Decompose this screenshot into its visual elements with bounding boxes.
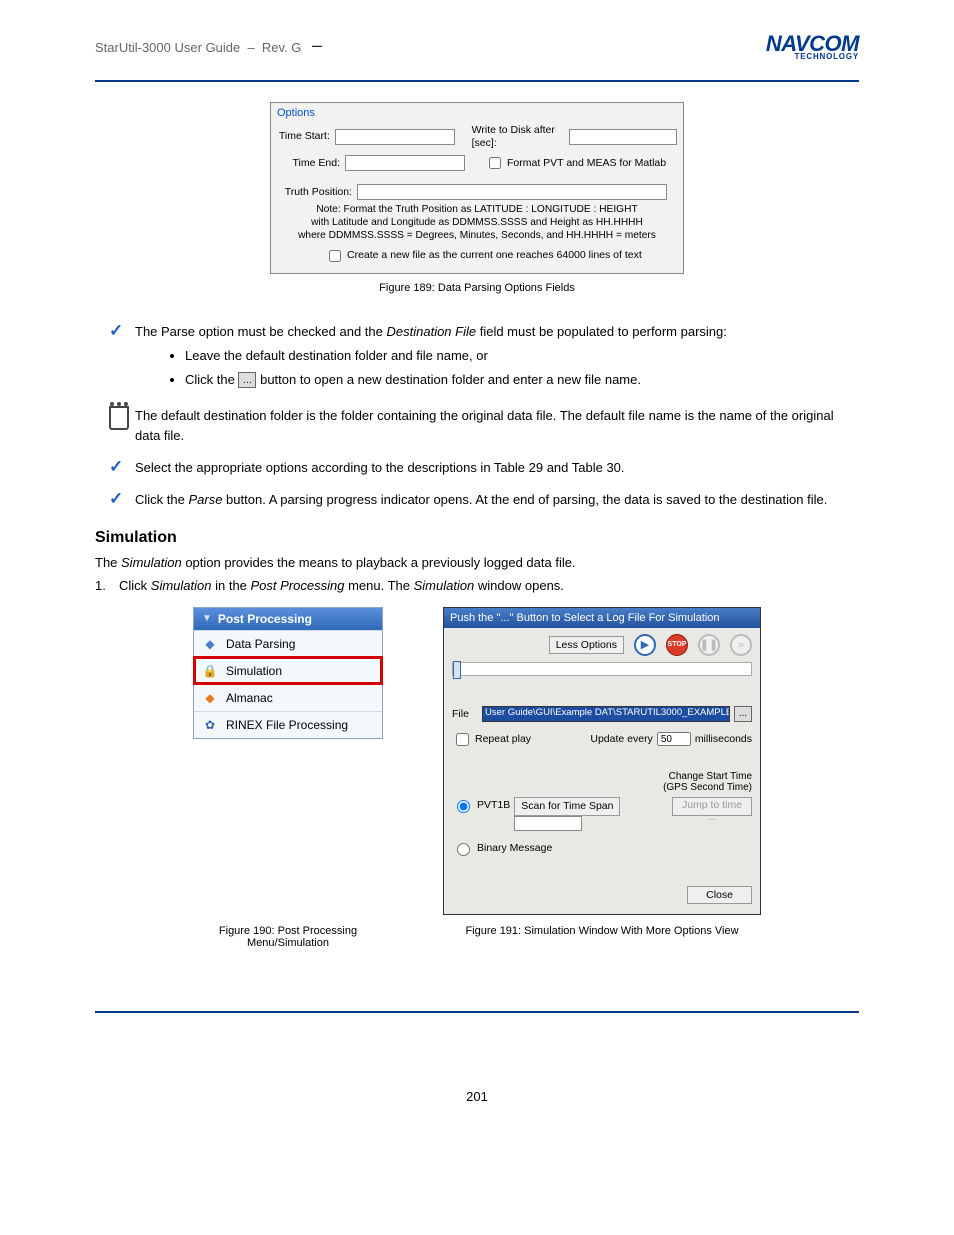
update-every-label: Update every [590,733,652,745]
pp-item-label: Almanac [226,691,273,705]
browse-inline-icon: … [238,372,256,388]
scan-time-span-button[interactable]: Scan for Time Span [514,797,620,816]
step-number: 1. [95,578,119,593]
create-new-file-checkbox[interactable] [329,250,341,262]
time-start-input[interactable] [335,129,455,145]
change-start-time-label: Change Start Time (GPS Second Time) [452,771,752,793]
notepad-icon [109,406,135,436]
stop-button[interactable]: STOP [666,634,688,656]
play-button[interactable]: ▶ [634,634,656,656]
sub-bullet-2: Click the … button to open a new destina… [185,370,727,390]
pvt1b-label: PVT1B [477,799,510,811]
pp-item-rinex[interactable]: ✿ RINEX File Processing [194,711,382,738]
brand-logo: NAVCOM TECHNOLOGY [766,35,859,61]
simulation-window-figure: Push the "..." Button to Select a Log Fi… [443,607,761,915]
truth-position-input[interactable] [357,184,667,200]
pp-item-data-parsing[interactable]: ◆ Data Parsing [194,630,382,657]
book-icon: ◆ [202,690,218,706]
less-options-button[interactable]: Less Options [549,636,624,654]
pp-item-label: RINEX File Processing [226,718,348,732]
pp-item-simulation[interactable]: 🔒 Simulation [194,657,382,684]
simulation-heading: Simulation [95,529,859,547]
binary-message-radio[interactable] [457,843,470,856]
post-processing-menu-figure: ▼ Post Processing ◆ Data Parsing 🔒 Simul… [193,607,383,739]
pp-item-label: Simulation [226,664,282,678]
progress-bar[interactable] [452,662,752,676]
browse-button[interactable]: ... [734,706,752,722]
jump-to-time-button[interactable]: Jump to time ... [672,797,752,816]
figure-191-caption: Figure 191: Simulation Window With More … [443,925,761,949]
options-panel-figure: Options Time Start: Write to Disk after … [270,102,684,274]
repeat-play-checkbox[interactable] [456,733,469,746]
pause-button[interactable]: ❚❚ [698,634,720,656]
pp-menu-header[interactable]: ▼ Post Processing [194,608,382,630]
time-end-label: Time End: [277,157,345,170]
cube-icon: ◆ [202,636,218,652]
figure-190-caption: Figure 190: Post Processing Menu/Simulat… [193,925,383,949]
doc-title: StarUtil-3000 User Guide [95,40,240,55]
page-number: 201 [95,1089,859,1104]
figure-189-caption: Figure 189: Data Parsing Options Fields [95,282,859,294]
check-icon: ✓ [109,322,135,339]
rev-text: Rev. G [262,40,302,55]
write-disk-label: Write to Disk after [sec]: [472,124,565,149]
check-icon: ✓ [109,458,135,475]
pp-item-label: Data Parsing [226,637,295,651]
note-item: The default destination folder is the fo… [135,406,859,446]
file-label: File [452,708,478,720]
time-end-input[interactable] [345,155,465,171]
truth-position-label: Truth Position: [277,186,357,199]
pp-item-almanac[interactable]: ◆ Almanac [194,684,382,711]
sub-bullet-1: Leave the default destination folder and… [185,346,727,366]
scan-result-field [514,816,582,831]
truth-note: Note: Format the Truth Position as LATIT… [277,204,677,242]
check-item-3: Click the Parse button. A parsing progre… [135,490,827,510]
check-item-1: The Parse option must be checked and the… [135,322,727,394]
close-button[interactable]: Close [687,886,752,904]
check-icon: ✓ [109,490,135,507]
ms-label: milliseconds [695,733,752,745]
repeat-play-label: Repeat play [475,733,531,745]
binary-message-label: Binary Message [477,842,552,854]
simulation-intro: The Simulation option provides the means… [95,555,859,570]
format-matlab-checkbox[interactable] [489,157,501,169]
lock-icon: 🔒 [202,663,218,679]
file-path-input[interactable]: User Guide\GUI\Example DAT\STARUTIL3000_… [482,706,730,722]
write-disk-input[interactable] [569,129,677,145]
format-matlab-label: Format PVT and MEAS for Matlab [507,157,666,170]
chevron-down-icon: ▼ [202,613,212,624]
step-text: Click Simulation in the Post Processing … [119,578,564,593]
options-title: Options [277,107,677,120]
dash-mark: – [312,35,322,56]
check-item-2: Select the appropriate options according… [135,458,625,478]
update-every-input[interactable] [657,732,691,746]
sim-window-title: Push the "..." Button to Select a Log Fi… [444,608,760,628]
skip-button[interactable]: » [730,634,752,656]
create-new-file-label: Create a new file as the current one rea… [347,249,642,262]
gear-icon: ✿ [202,717,218,733]
time-start-label: Time Start: [277,130,335,143]
pvt1b-radio[interactable] [457,800,470,813]
